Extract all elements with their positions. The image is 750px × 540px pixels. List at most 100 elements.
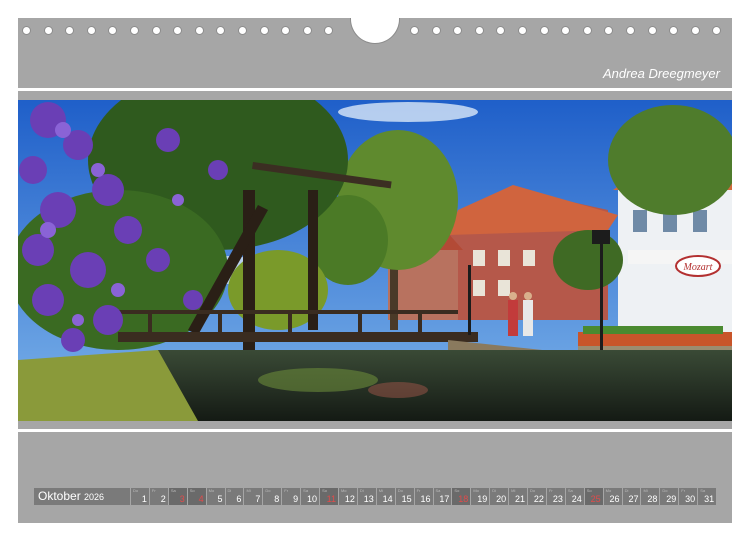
binding-hole [302,26,312,35]
day-number: 25 [590,494,601,504]
day-number: 5 [217,494,223,504]
day-cell: Sa 31 [698,488,717,505]
weekday-abbrev: Fr [151,488,156,493]
day-cell: So 11 [320,488,338,505]
binding-hole [108,26,118,35]
binding-hole [690,26,700,35]
weekday-abbrev: Do [133,488,139,493]
day-cell: Fr 16 [414,488,433,505]
bottom-divider [18,429,732,432]
binding-hole [194,26,204,35]
day-number: 10 [307,494,318,504]
day-number: 29 [666,494,677,504]
weekday-abbrev: So [454,488,460,493]
weekday-abbrev: Fr [416,488,421,493]
photo-illustration: Mozart [18,100,732,421]
weekday-abbrev: Di [492,488,496,493]
day-cell: Di 13 [357,488,376,505]
day-cell: Fr 23 [546,488,565,505]
day-cell: Di 27 [622,488,641,505]
day-number: 27 [628,494,639,504]
day-number: 2 [160,494,166,504]
binding-hole [86,26,96,35]
day-number: 8 [274,494,280,504]
weekday-abbrev: Mo [605,488,612,493]
day-cell: Mi 14 [376,488,395,505]
binding-hole [561,26,571,35]
binding-hole [410,26,419,35]
weekday-abbrev: Do [662,488,668,493]
day-cell: Mo 5 [206,488,225,505]
day-cell: Fr 9 [282,488,301,505]
binding-hole [151,26,161,35]
binding-hole [453,26,463,35]
day-number: 24 [571,494,582,504]
weekday-abbrev: Di [624,488,629,493]
weekday-abbrev: Mi [643,488,648,493]
weekday-abbrev: So [322,488,327,493]
day-cell: Sa 10 [301,488,320,505]
binding-hole [539,26,549,35]
weekday-abbrev: Mo [208,488,215,493]
binding-hole [130,26,139,35]
weekday-abbrev: Sa [700,488,706,493]
weekday-abbrev: Sa [170,488,176,493]
weekday-abbrev: Fr [548,488,553,493]
day-number: 16 [420,494,431,504]
binding-hole [238,26,247,35]
weekday-abbrev: Sa [567,488,573,493]
day-number: 11 [326,494,336,504]
calendar-strip: Oktober 2026 Do 1 Fr 2 Sa 3 So 4 Mo 5 Di 6 Mi 7 Do 8 Fr 9… [34,488,717,505]
day-number: 20 [496,494,507,504]
day-number: 28 [647,494,658,504]
day-number: 17 [439,494,450,504]
day-cell: So 18 [452,488,471,505]
weekday-abbrev: Mi [511,488,516,493]
binding-hole [626,26,635,35]
weekday-abbrev: Mi [246,488,251,493]
binding-hole [43,26,53,35]
calendar-page: Andrea Dreegmeyer Mozart Oktober 2026 Do… [18,18,732,523]
day-number: 21 [515,494,526,504]
day-cell: Mi 28 [641,488,660,505]
binding-hole [259,26,269,35]
day-number: 19 [477,494,488,504]
weekday-abbrev: Di [227,488,232,493]
cafe-sign: Mozart [683,262,713,273]
weekday-abbrev: Di [359,488,364,493]
weekday-abbrev: Mo [473,488,479,493]
day-cell: Di 20 [490,488,509,505]
day-number: 26 [609,494,620,504]
binding-hole [647,26,657,35]
day-number: 18 [458,494,469,504]
day-cell: Do 22 [528,488,546,505]
day-cell: So 25 [584,488,603,505]
binding-hole [604,26,614,35]
binding-hole [431,26,441,35]
day-number: 31 [704,494,715,504]
day-number: 15 [401,494,412,504]
day-number: 13 [363,494,374,504]
day-cell: Di 6 [225,488,244,505]
day-cell: Do 15 [395,488,414,505]
day-number: 12 [344,494,355,504]
weekday-abbrev: Sa [303,488,309,493]
day-cell: Mo 19 [471,488,490,505]
binding-hole [669,26,679,35]
day-number: 9 [293,494,299,504]
day-number: 7 [255,494,261,504]
day-cell: Fr 30 [679,488,698,505]
top-divider [18,88,732,91]
weekday-abbrev: So [586,488,592,493]
binding-hole [518,26,527,35]
day-cell: Sa 24 [565,488,584,505]
day-cell: Fr 2 [149,488,168,505]
day-number: 23 [552,494,563,504]
hanger-notch [350,18,400,44]
weekday-abbrev: Fr [284,488,289,493]
binding-hole [65,26,75,35]
day-number: 30 [685,494,696,504]
year-label: 2026 [84,492,105,502]
day-number: 22 [533,494,544,504]
binding-hole [281,26,291,35]
